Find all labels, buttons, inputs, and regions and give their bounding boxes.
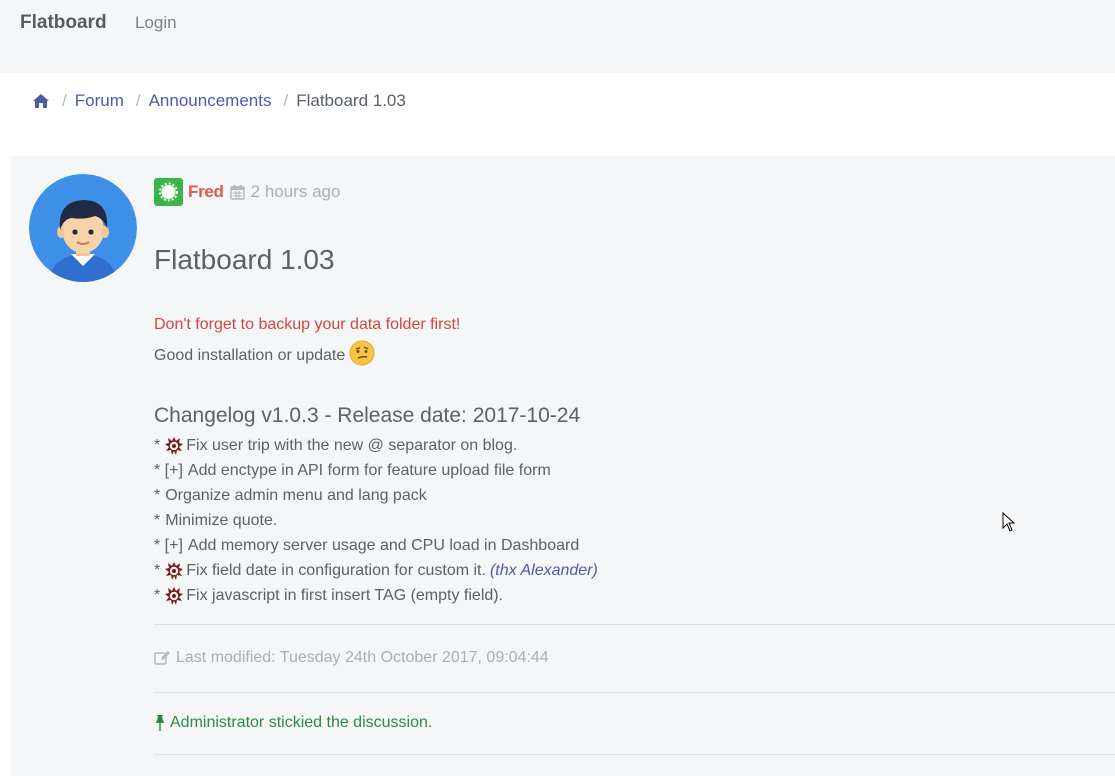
changelog-prefix: * [154, 512, 161, 529]
changelog-prefix: * [154, 587, 161, 604]
pin-icon [156, 715, 164, 731]
changelog-list: * Fix user trip with the new @ separator … [154, 433, 598, 608]
thinking-emoji-icon [349, 340, 375, 366]
last-modified: Last modified: Tuesday 24th October 2017… [154, 649, 549, 667]
post-meta: Fred 2 hours ago [154, 178, 340, 206]
post-time: 2 hours ago [250, 182, 341, 201]
changelog-item: * [+] Add memory server usage and CPU loa… [154, 533, 598, 558]
changelog-item: * Fix javascript in first insert TAG (emp… [154, 583, 598, 608]
bug-icon [165, 561, 184, 580]
changelog-item: * [+] Add enctype in API form for feature… [154, 458, 598, 483]
changelog-item: * Minimize quote. [154, 508, 598, 533]
changelog-text: Minimize quote. [165, 512, 278, 529]
intro-label: Good installation or update [154, 347, 346, 364]
changelog-item: * Organize admin menu and lang pack [154, 483, 598, 508]
changelog-text: Add enctype in API form for feature uplo… [187, 462, 551, 479]
last-modified-text: Last modified: Tuesday 24th October 2017… [176, 649, 549, 666]
changelog-credit: (thx Alexander) [489, 562, 598, 579]
changelog-text: Organize admin menu and lang pack [165, 487, 427, 504]
author-link[interactable]: Fred [188, 182, 224, 202]
breadcrumb-separator: / [283, 91, 289, 110]
changelog-text: Fix user trip with the new @ separator o… [186, 437, 518, 454]
login-link[interactable]: Login [135, 13, 177, 33]
avatar[interactable] [29, 174, 137, 282]
bug-icon [165, 586, 184, 605]
calendar-icon [229, 185, 245, 200]
changelog-prefix: * [154, 487, 161, 504]
backup-warning: Don't forget to backup your data folder … [154, 316, 461, 333]
changelog-prefix: * [154, 562, 161, 579]
edit-icon [154, 651, 170, 665]
divider [154, 624, 1115, 625]
home-icon[interactable] [32, 92, 50, 110]
changelog-text: Add memory server usage and CPU load in … [187, 537, 580, 554]
sticky-notice-text: Administrator stickied the discussion. [170, 714, 433, 731]
post-title: Flatboard 1.03 [154, 244, 335, 275]
breadcrumb-separator: / [62, 91, 67, 110]
changelog-item: * Fix field date in configuration for cus… [154, 558, 598, 583]
intro-text: Good installation or update [154, 340, 375, 366]
changelog-prefix: * [+] [154, 537, 183, 554]
navbar: Flatboard Login [0, 0, 1115, 73]
sticky-notice: Administrator stickied the discussion. [154, 714, 432, 732]
changelog-prefix: * [+] [154, 462, 183, 479]
changelog-text: Fix javascript in first insert TAG (empt… [186, 587, 504, 604]
breadcrumb-separator: / [135, 91, 141, 110]
divider [154, 692, 1115, 693]
breadcrumb: / Forum / Announcements / Flatboard 1.03 [32, 89, 406, 113]
member-badge-icon [154, 178, 183, 206]
mouse-cursor-icon [1002, 512, 1016, 532]
changelog-item: * Fix user trip with the new @ separator … [154, 433, 598, 458]
changelog-prefix: * [154, 437, 161, 454]
breadcrumb-forum[interactable]: Forum [75, 91, 124, 111]
brand-link[interactable]: Flatboard [20, 12, 107, 34]
post-card: Fred 2 hours ago Flatboard 1.03 Don't fo… [11, 156, 1115, 776]
changelog-title: Changelog v1.0.3 - Release date: 2017-10… [154, 404, 581, 427]
breadcrumb-announcements[interactable]: Announcements [149, 91, 272, 111]
changelog-text: Fix field date in configuration for cust… [186, 562, 486, 579]
divider [154, 754, 1115, 755]
bug-icon [165, 436, 184, 455]
breadcrumb-current: Flatboard 1.03 [296, 91, 406, 110]
